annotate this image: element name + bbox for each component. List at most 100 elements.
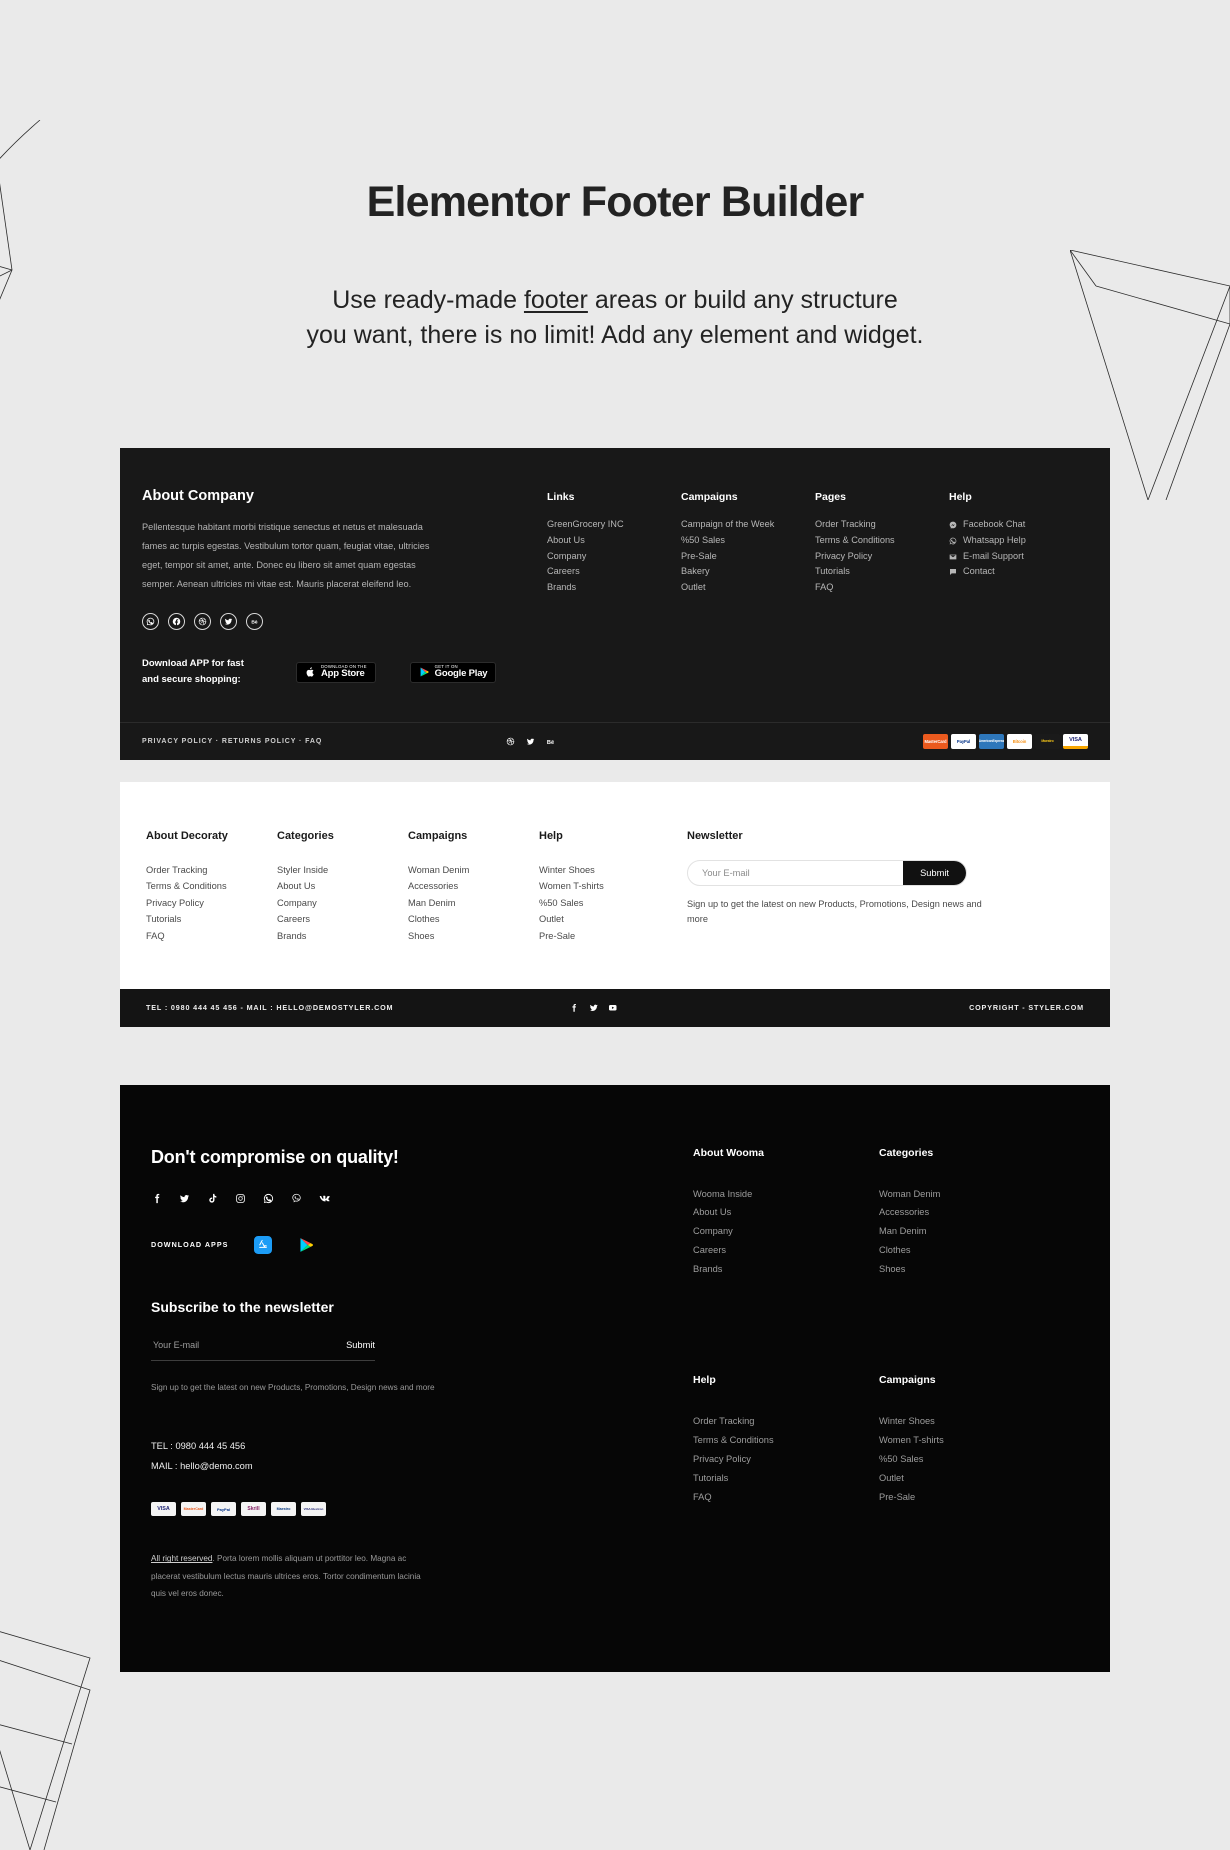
list-item[interactable]: Contact xyxy=(949,564,1083,580)
list-item[interactable]: %50 Sales xyxy=(879,1450,1065,1469)
list-item[interactable]: Woman Denim xyxy=(879,1185,1065,1204)
list-item[interactable]: Clothes xyxy=(408,911,539,928)
list-item[interactable]: Outlet xyxy=(681,580,815,596)
newsletter-submit-button[interactable]: Submit xyxy=(903,860,966,885)
list-item[interactable]: Campaign of the Week xyxy=(681,517,815,533)
decorative-shape-bottom-left xyxy=(0,1620,140,1850)
behance-icon[interactable]: Bē xyxy=(546,737,555,746)
list-item[interactable]: Privacy Policy xyxy=(146,895,277,912)
list-item[interactable]: Accessories xyxy=(879,1203,1065,1222)
list-item[interactable]: Women T-shirts xyxy=(539,878,670,895)
rights-link[interactable]: All right reserved xyxy=(151,1554,212,1563)
list-item[interactable]: Tutorials xyxy=(815,564,949,580)
list-item[interactable]: Company xyxy=(693,1222,879,1241)
list-item[interactable]: Shoes xyxy=(408,928,539,945)
subscribe-submit-button[interactable]: Submit xyxy=(346,1340,375,1350)
list-item[interactable]: Terms & Conditions xyxy=(146,878,277,895)
list-item[interactable]: About Us xyxy=(547,533,681,549)
app-store-button[interactable]: Download on the App Store xyxy=(296,661,376,683)
list-item[interactable]: FAQ xyxy=(693,1488,879,1507)
facebook-icon[interactable] xyxy=(168,613,185,631)
twitter-icon[interactable] xyxy=(526,737,535,746)
dribbble-icon[interactable] xyxy=(506,737,515,746)
list-item[interactable]: Outlet xyxy=(879,1469,1065,1488)
list-item[interactable]: Company xyxy=(547,549,681,565)
google-play-button[interactable]: GET IT ON Google Play xyxy=(409,661,497,683)
list-item[interactable]: Terms & Conditions xyxy=(815,533,949,549)
list-item[interactable]: GreenGrocery INC xyxy=(547,517,681,533)
payment-mastercard: MasterCard xyxy=(922,733,948,749)
list-item[interactable]: Styler Inside xyxy=(277,862,408,879)
app-store-label: App Store xyxy=(321,668,365,680)
list-item[interactable]: %50 Sales xyxy=(539,895,670,912)
dribbble-icon[interactable] xyxy=(194,613,211,631)
list-item[interactable]: Man Denim xyxy=(408,895,539,912)
list-item[interactable]: Terms & Conditions xyxy=(693,1431,879,1450)
list-item[interactable]: E-mail Support xyxy=(949,549,1083,565)
column-heading: Help xyxy=(539,829,563,842)
list-item[interactable]: Brands xyxy=(547,580,681,596)
list-item[interactable]: Man Denim xyxy=(879,1222,1065,1241)
list-item[interactable]: Company xyxy=(277,895,408,912)
list-item[interactable]: Privacy Policy xyxy=(815,549,949,565)
download-apps-label: DOWNLOAD APPS xyxy=(151,1240,229,1250)
list-item[interactable]: Tutorials xyxy=(693,1469,879,1488)
list-item[interactable]: Careers xyxy=(693,1241,879,1260)
facebook-icon[interactable] xyxy=(151,1193,162,1204)
twitter-icon[interactable] xyxy=(589,1003,599,1013)
list-item[interactable]: Pre-Sale xyxy=(539,928,670,945)
list-item[interactable]: Careers xyxy=(277,911,408,928)
vk-icon[interactable] xyxy=(319,1193,330,1204)
whatsapp-icon[interactable] xyxy=(263,1193,274,1204)
list-item[interactable]: Careers xyxy=(547,564,681,580)
list-item[interactable]: Order Tracking xyxy=(693,1412,879,1431)
list-item[interactable]: Winter Shoes xyxy=(879,1412,1065,1431)
list-item[interactable]: Outlet xyxy=(539,911,670,928)
app-store-icon[interactable] xyxy=(254,1235,273,1254)
list-item[interactable]: Brands xyxy=(693,1260,879,1279)
column-heading: Campaigns xyxy=(879,1374,936,1387)
page-subtitle: Use ready-made footer areas or build any… xyxy=(220,283,1010,352)
list-item[interactable]: Order Tracking xyxy=(815,517,949,533)
viber-icon[interactable] xyxy=(291,1193,302,1204)
google-play-icon[interactable] xyxy=(298,1236,315,1254)
list-item[interactable]: FAQ xyxy=(815,580,949,596)
list-item[interactable]: Pre-Sale xyxy=(681,549,815,565)
twitter-icon[interactable] xyxy=(220,613,237,631)
legal-links[interactable]: PRIVACY POLICY · RETURNS POLICY · FAQ xyxy=(142,738,322,745)
list-item[interactable]: Brands xyxy=(277,928,408,945)
list-item[interactable]: Order Tracking xyxy=(146,862,277,879)
instagram-icon[interactable] xyxy=(235,1193,246,1204)
list-item[interactable]: Pre-Sale xyxy=(879,1488,1065,1507)
behance-icon[interactable]: Bē xyxy=(246,613,263,631)
list-item[interactable]: Shoes xyxy=(879,1260,1065,1279)
newsletter-email-input[interactable] xyxy=(688,860,904,885)
footer-column-help: Help Winter Shoes Women T-shirts %50 Sal… xyxy=(539,830,670,945)
list-item[interactable]: Woman Denim xyxy=(408,862,539,879)
list-item-label: E-mail Support xyxy=(963,550,1024,561)
list-item[interactable]: Privacy Policy xyxy=(693,1450,879,1469)
subscribe-email-input[interactable] xyxy=(151,1338,347,1351)
list-item[interactable]: Bakery xyxy=(681,564,815,580)
list-item[interactable]: About Us xyxy=(277,878,408,895)
whatsapp-icon[interactable] xyxy=(142,613,159,631)
list-item[interactable]: Wooma Inside xyxy=(693,1185,879,1204)
list-item[interactable]: Facebook Chat xyxy=(949,517,1083,533)
list-item[interactable]: About Us xyxy=(693,1203,879,1222)
list-item[interactable]: %50 Sales xyxy=(681,533,815,549)
tiktok-icon[interactable] xyxy=(207,1193,218,1204)
list-item[interactable]: FAQ xyxy=(146,928,277,945)
subscribe-form: Submit xyxy=(151,1338,375,1361)
list-item[interactable]: Winter Shoes xyxy=(539,862,670,879)
youtube-icon[interactable] xyxy=(608,1003,618,1013)
messenger-icon xyxy=(949,521,957,529)
list-item[interactable]: Accessories xyxy=(408,878,539,895)
footer-column-links: Links GreenGrocery INC About Us Company … xyxy=(547,491,681,688)
list-item-label: Whatsapp Help xyxy=(963,534,1026,545)
list-item[interactable]: Whatsapp Help xyxy=(949,533,1083,549)
list-item[interactable]: Women T-shirts xyxy=(879,1431,1065,1450)
twitter-icon[interactable] xyxy=(179,1193,190,1204)
list-item[interactable]: Clothes xyxy=(879,1241,1065,1260)
list-item[interactable]: Tutorials xyxy=(146,911,277,928)
facebook-icon[interactable] xyxy=(569,1003,579,1013)
